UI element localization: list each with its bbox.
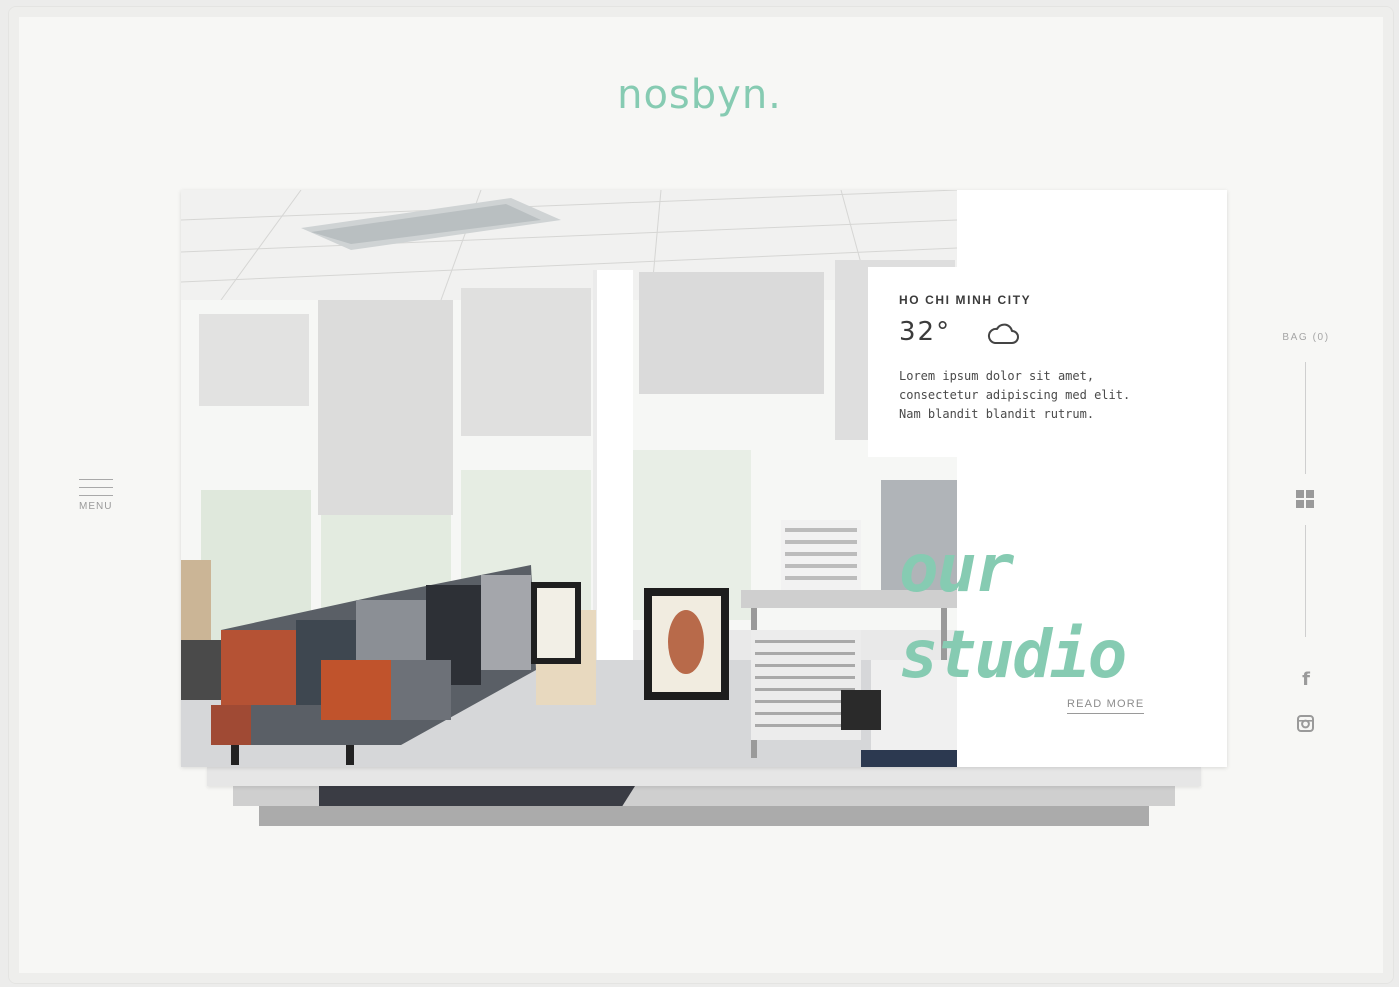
weather-description: Lorem ipsum dolor sit amet, consectetur … xyxy=(899,369,1131,421)
headline-line-1: our xyxy=(899,530,1014,607)
weather-widget: HO CHI MINH CITY 32° Lorem ipsum dolor s… xyxy=(868,267,1168,457)
cloud-icon xyxy=(987,323,1019,344)
card-stack-layer-3 xyxy=(259,806,1149,826)
studio-photo xyxy=(181,190,957,767)
rail-divider-bottom xyxy=(1305,525,1306,637)
menu-label: MENU xyxy=(79,501,113,512)
card-stack-layer-1 xyxy=(207,766,1201,786)
grid-view-icon[interactable] xyxy=(1296,490,1315,509)
brand-logo[interactable]: nosbyn. xyxy=(0,72,1399,118)
city-name: HO CHI MINH CITY xyxy=(899,293,1032,307)
facebook-icon[interactable]: f xyxy=(1292,669,1320,690)
headline-line-2: studio xyxy=(899,616,1127,693)
rail-divider-top xyxy=(1305,362,1306,474)
temperature: 32° xyxy=(899,317,952,347)
hamburger-icon xyxy=(79,479,113,496)
card-stack-layer-2 xyxy=(233,786,1175,806)
read-more-link[interactable]: READ MORE xyxy=(1067,698,1145,714)
feature-headline: our studio xyxy=(899,526,1127,698)
bag-link[interactable]: BAG (0) xyxy=(1270,332,1342,343)
menu-button[interactable]: MENU xyxy=(79,479,113,512)
feature-card: HO CHI MINH CITY 32° Lorem ipsum dolor s… xyxy=(181,190,1227,767)
instagram-icon[interactable] xyxy=(1297,715,1314,732)
